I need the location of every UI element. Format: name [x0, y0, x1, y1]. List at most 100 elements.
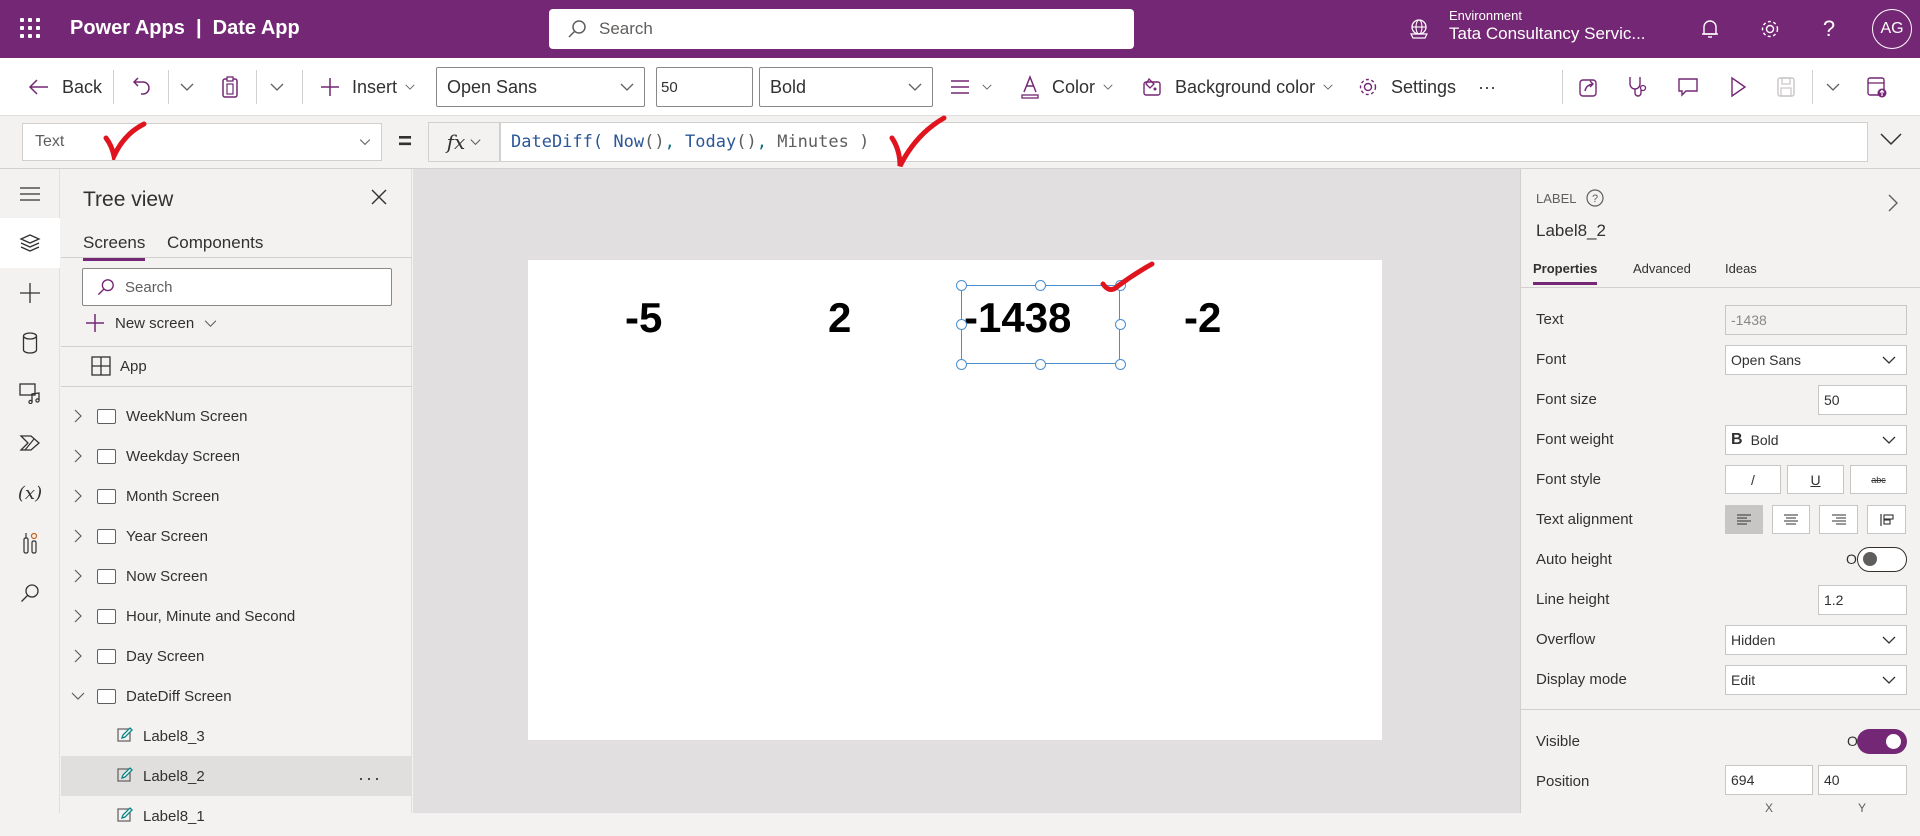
rail-tree-view[interactable] [0, 218, 60, 268]
tree-item-screen[interactable]: Now Screen [61, 556, 412, 596]
line-height-field[interactable]: 1.2 [1818, 585, 1907, 615]
rail-search[interactable] [0, 568, 60, 618]
tab-advanced[interactable]: Advanced [1633, 261, 1691, 276]
property-dropdown[interactable]: Text [22, 123, 382, 161]
font-size-field[interactable]: 50 [1818, 385, 1907, 415]
notifications-button[interactable] [1697, 16, 1723, 42]
rail-data[interactable] [0, 318, 60, 368]
tab-ideas[interactable]: Ideas [1725, 261, 1757, 276]
chevron-right-icon[interactable] [1887, 193, 1899, 213]
tree-item-screen[interactable]: Weekday Screen [61, 436, 412, 476]
auto-height-toggle[interactable] [1857, 547, 1907, 572]
color-button[interactable]: Color [1020, 72, 1113, 102]
strikethrough-button[interactable]: abc [1850, 465, 1907, 494]
new-screen-button[interactable]: New screen [85, 313, 217, 333]
more-options-icon[interactable]: ··· [358, 768, 382, 789]
font-size-input[interactable]: 50 [656, 67, 753, 107]
resize-handle[interactable] [956, 280, 967, 291]
chevron-right-icon[interactable] [71, 489, 85, 503]
font-weight-dropdown-prop[interactable]: B Bold [1725, 425, 1907, 455]
display-mode-dropdown[interactable]: Edit [1725, 665, 1907, 695]
tree-item-app[interactable]: App [91, 356, 147, 376]
help-circle-icon[interactable]: ? [1586, 189, 1605, 207]
tab-components[interactable]: Components [167, 233, 263, 253]
resize-handle[interactable] [1115, 359, 1126, 370]
rail-media[interactable] [0, 368, 60, 418]
undo-button[interactable] [132, 72, 152, 102]
chevron-down-icon[interactable] [71, 692, 85, 700]
resize-handle[interactable] [1035, 280, 1046, 291]
position-y-field[interactable]: 40 [1818, 765, 1907, 795]
rail-insert[interactable] [0, 268, 60, 318]
tree-item-screen[interactable]: DateDiff Screen [61, 676, 412, 716]
undo-dropdown[interactable] [180, 72, 194, 102]
close-icon[interactable] [371, 189, 387, 205]
more-commands-button[interactable]: ··· [1478, 72, 1496, 102]
help-button[interactable]: ? [1816, 16, 1842, 42]
font-dropdown[interactable]: Open Sans [436, 67, 645, 107]
share-button[interactable] [1578, 72, 1600, 102]
tree-search-input[interactable]: Search [82, 268, 392, 306]
canvas-label-1[interactable]: -5 [625, 294, 662, 342]
tree-item-control[interactable]: Label8_1 [61, 796, 412, 836]
preview-button[interactable] [1728, 72, 1748, 102]
tree-item-screen[interactable]: Hour, Minute and Second [61, 596, 412, 636]
font-weight-dropdown[interactable]: Bold [759, 67, 933, 107]
selection-box[interactable] [961, 285, 1120, 364]
environment-selector[interactable]: Tata Consultancy Servic... [1449, 24, 1646, 44]
resize-handle[interactable] [1035, 359, 1046, 370]
visible-toggle[interactable] [1857, 729, 1907, 754]
rail-tools[interactable] [0, 518, 60, 568]
resize-handle[interactable] [956, 359, 967, 370]
control-name[interactable]: Label8_2 [1536, 221, 1606, 241]
chevron-right-icon[interactable] [71, 649, 85, 663]
insert-button[interactable]: Insert [320, 72, 415, 102]
environment-icon[interactable] [1408, 18, 1430, 40]
function-button[interactable]: fx [428, 122, 500, 162]
expand-formula-icon[interactable] [1880, 132, 1902, 146]
chevron-right-icon[interactable] [71, 409, 85, 423]
waffle-icon[interactable] [20, 18, 40, 38]
vertical-align-button[interactable] [1867, 505, 1906, 534]
tree-item-screen[interactable]: WeekNum Screen [61, 396, 412, 436]
rail-variables[interactable]: (x) [0, 468, 60, 518]
chevron-right-icon[interactable] [71, 449, 85, 463]
text-value-field[interactable]: -1438 [1725, 305, 1907, 335]
canvas-label-4[interactable]: -2 [1184, 294, 1221, 342]
align-left-button[interactable] [1725, 505, 1763, 534]
global-search-input[interactable]: Search [549, 9, 1134, 49]
formula-input[interactable]: DateDiff( Now(), Today(), Minutes ) [500, 122, 1868, 162]
back-button[interactable]: Back [28, 72, 102, 102]
tree-item-screen[interactable]: Day Screen [61, 636, 412, 676]
tree-item-screen[interactable]: Month Screen [61, 476, 412, 516]
menu-button[interactable] [0, 169, 60, 219]
save-dropdown[interactable] [1826, 72, 1840, 102]
chevron-right-icon[interactable] [71, 609, 85, 623]
italic-button[interactable]: / [1725, 465, 1781, 494]
background-color-button[interactable]: Background color [1141, 72, 1333, 102]
paste-dropdown[interactable] [270, 72, 284, 102]
tree-item-control[interactable]: Label8_2 ··· [61, 756, 412, 796]
align-center-button[interactable] [1772, 505, 1810, 534]
tab-properties[interactable]: Properties [1533, 261, 1598, 285]
settings-button[interactable] [1757, 16, 1783, 42]
chevron-right-icon[interactable] [71, 569, 85, 583]
publish-button[interactable] [1866, 72, 1888, 102]
app-checker-button[interactable] [1627, 72, 1649, 102]
resize-handle[interactable] [1115, 319, 1126, 330]
screen-canvas[interactable]: -5 2 -1438 -2 [528, 260, 1382, 740]
save-button[interactable] [1776, 72, 1796, 102]
canvas-label-2[interactable]: 2 [828, 294, 851, 342]
tree-item-control[interactable]: Label8_3 [61, 716, 412, 756]
rail-power-automate[interactable] [0, 418, 60, 468]
comments-button[interactable] [1677, 72, 1699, 102]
tree-item-screen[interactable]: Year Screen [61, 516, 412, 556]
paste-button[interactable] [220, 72, 240, 102]
align-right-button[interactable] [1819, 505, 1858, 534]
settings-command[interactable]: Settings [1357, 72, 1456, 102]
underline-button[interactable]: U [1787, 465, 1844, 494]
avatar[interactable]: AG [1872, 9, 1912, 49]
overflow-dropdown[interactable]: Hidden [1725, 625, 1907, 655]
text-align-button[interactable] [950, 72, 992, 102]
font-dropdown-prop[interactable]: Open Sans [1725, 345, 1907, 375]
